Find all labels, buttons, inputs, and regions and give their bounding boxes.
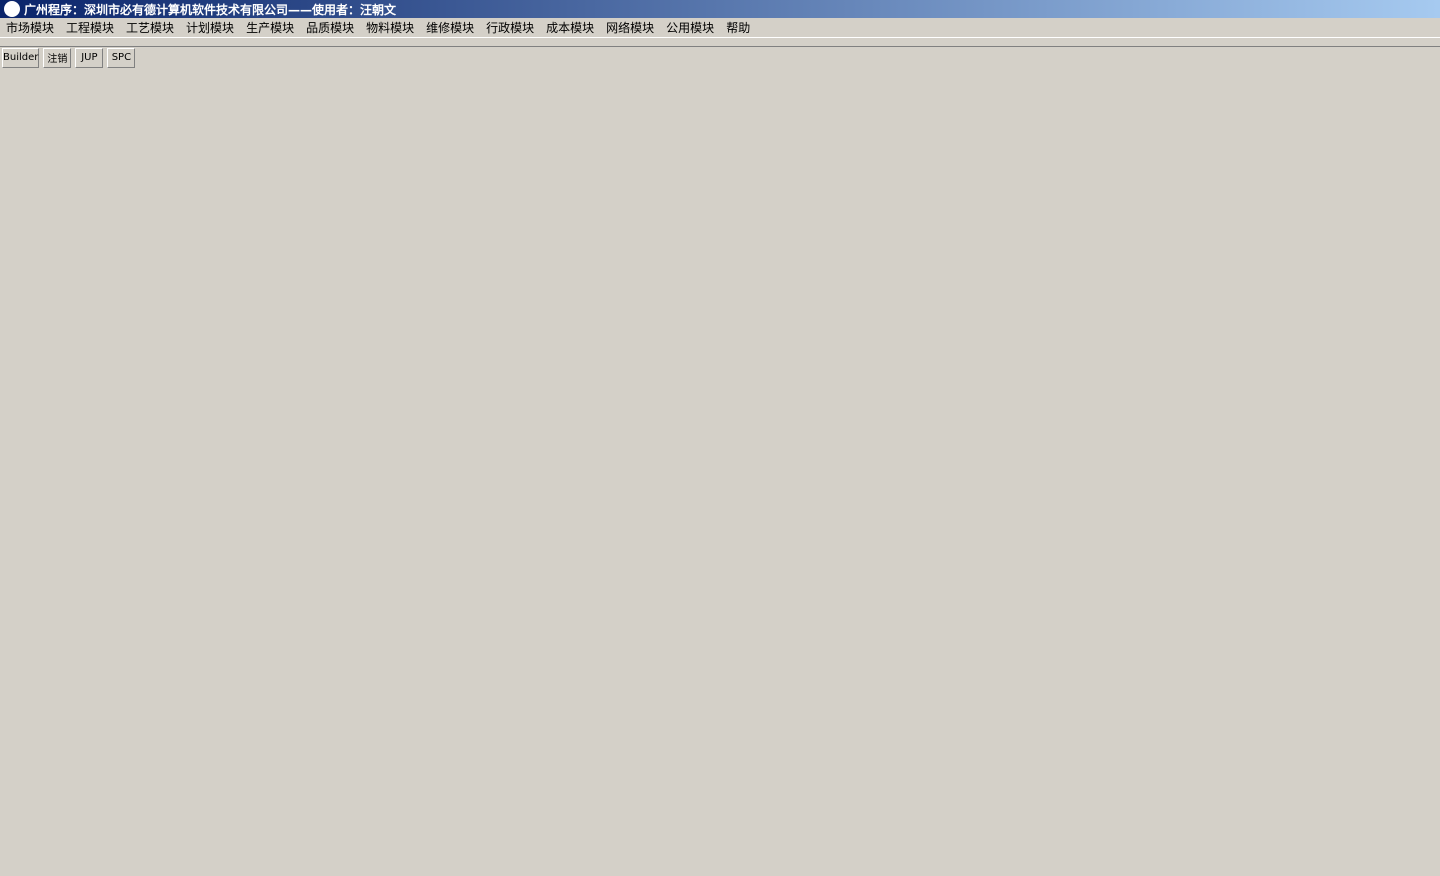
menu-11[interactable]: 公用模块 bbox=[660, 19, 720, 36]
menu-7[interactable]: 维修模块 bbox=[420, 19, 480, 36]
menu-6[interactable]: 物料模块 bbox=[360, 19, 420, 36]
menu-2[interactable]: 工艺模块 bbox=[120, 19, 180, 36]
jup-button[interactable]: JUP bbox=[75, 47, 104, 68]
title-bar: 广州程序：深圳市必有德计算机软件技术有限公司——使用者：汪朝文 bbox=[0, 0, 1440, 18]
menu-bar: 市场模块 工程模块 工艺模块 计划模块 生产模块 品质模块 物料模块 维修模块 … bbox=[0, 18, 1440, 38]
menu-0[interactable]: 市场模块 bbox=[0, 19, 60, 36]
menu-10[interactable]: 网络模块 bbox=[600, 19, 660, 36]
menu-1[interactable]: 工程模块 bbox=[60, 19, 120, 36]
menu-9[interactable]: 成本模块 bbox=[540, 19, 600, 36]
menu-3[interactable]: 计划模块 bbox=[180, 19, 240, 36]
spc-button[interactable]: SPC bbox=[107, 47, 136, 68]
menu-8[interactable]: 行政模块 bbox=[480, 19, 540, 36]
app-icon bbox=[4, 1, 20, 17]
toolbar: Builder 注销 JUP SPC bbox=[0, 46, 1440, 68]
menu-4[interactable]: 生产模块 bbox=[240, 19, 300, 36]
menu-12[interactable]: 帮助 bbox=[720, 19, 756, 36]
menu-5[interactable]: 品质模块 bbox=[300, 19, 360, 36]
builder-button[interactable]: Builder bbox=[2, 47, 40, 68]
logout-button[interactable]: 注销 bbox=[43, 47, 72, 68]
app-title: 广州程序：深圳市必有德计算机软件技术有限公司——使用者：汪朝文 bbox=[24, 2, 397, 17]
